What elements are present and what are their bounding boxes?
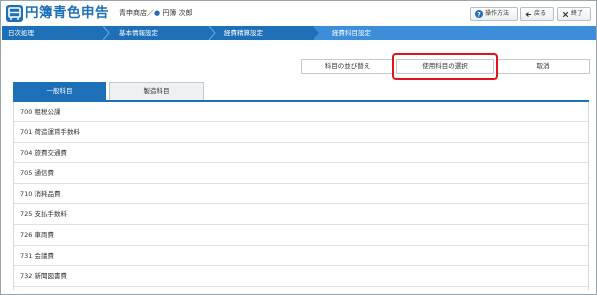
tab-general-accounts[interactable]: 一般科目: [13, 82, 106, 101]
back-label: 戻る: [534, 10, 547, 17]
step-label: 日次処理: [8, 29, 34, 37]
exit-button[interactable]: 終了: [557, 7, 591, 21]
list-item[interactable]: 732 新聞図書費: [14, 266, 588, 287]
list-item[interactable]: 700 租税公課: [14, 102, 588, 122]
cancel-button[interactable]: 取消: [496, 59, 590, 74]
list-item[interactable]: 701 荷造運賃手数料: [14, 122, 588, 143]
app-title: 円簿青色申告: [25, 5, 109, 21]
sort-accounts-button[interactable]: 科目の並び替え: [301, 59, 394, 74]
close-icon: [562, 11, 569, 18]
step-separator-icon: [312, 26, 319, 40]
svg-text:?: ?: [477, 11, 481, 18]
exit-label: 終了: [571, 10, 584, 17]
step-navigation: 日次処理 基本情報設定 経費精算設定 経費科目設定: [2, 26, 596, 40]
back-button[interactable]: 戻る: [520, 7, 554, 21]
account-list: 700 租税公課 701 荷造運賃手数料 704 旅費交通費 705 通信費 7…: [13, 102, 589, 290]
list-item[interactable]: 725 支払手数料: [14, 204, 588, 225]
highlight-box: [392, 53, 498, 80]
step-label: 経費精算設定: [224, 29, 263, 37]
tab-manufacturing-accounts[interactable]: 製造科目: [109, 82, 204, 101]
help-label: 操作方法: [485, 10, 510, 17]
step-daily-processing[interactable]: 日次処理: [8, 26, 34, 40]
app-logo: 円簿青色申告: [6, 5, 109, 22]
separator: ／: [147, 9, 154, 17]
app-window: 円簿青色申告 青申商店／● 円簿 次郎 ? 操作方法 戻る 終了 日次処理 基本…: [0, 0, 597, 295]
list-item[interactable]: 731 会議費: [14, 245, 588, 267]
step-separator-icon: [208, 26, 216, 40]
list-item[interactable]: 705 通信費: [14, 163, 588, 184]
step-label: 経費科目設定: [332, 29, 371, 37]
step-expense-accounts[interactable]: 経費科目設定: [314, 26, 596, 40]
question-icon: ?: [475, 10, 483, 18]
company-user-info: 青申商店／● 円簿 次郎: [119, 8, 193, 18]
user-status-icon: ●: [154, 9, 161, 17]
logo-icon: [6, 5, 23, 22]
app-header: 円簿青色申告 青申商店／● 円簿 次郎 ? 操作方法 戻る 終了: [2, 2, 596, 25]
step-label: 基本情報設定: [119, 29, 158, 37]
list-item[interactable]: 710 消耗品費: [14, 183, 588, 205]
list-item[interactable]: 704 旅費交通費: [14, 142, 588, 164]
company-name: 青申商店: [119, 9, 147, 17]
step-basic-settings[interactable]: 基本情報設定: [119, 26, 158, 40]
user-name: 円簿 次郎: [162, 9, 193, 17]
help-button[interactable]: ? 操作方法: [470, 7, 518, 21]
arrow-left-icon: [525, 11, 532, 18]
step-expense-settlement[interactable]: 経費精算設定: [224, 26, 263, 40]
step-separator-icon: [102, 26, 110, 40]
list-item[interactable]: 726 車両費: [14, 224, 588, 246]
